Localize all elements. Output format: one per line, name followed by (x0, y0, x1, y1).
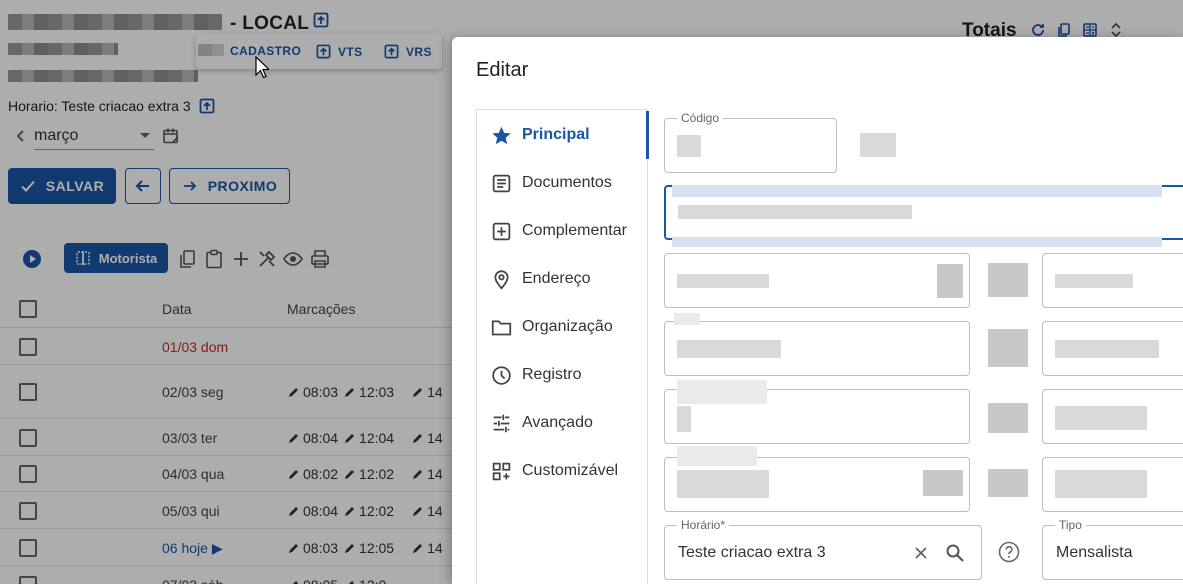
redacted-value (1055, 274, 1133, 288)
redacted-value (1055, 340, 1159, 358)
redacted-value (674, 313, 700, 325)
location-pin-icon (494, 269, 509, 290)
nav-label: Customizável (522, 462, 619, 479)
folder-icon (491, 320, 512, 335)
codigo-field[interactable]: Código (664, 111, 837, 173)
horario-field[interactable]: Horário* Teste criacao extra 3 (664, 518, 982, 580)
grid-plus-icon (492, 462, 511, 480)
nav-item-principal[interactable]: Principal (477, 111, 649, 159)
search-icon[interactable] (945, 543, 965, 563)
redacted-value (988, 329, 1028, 367)
redacted-field[interactable] (1042, 389, 1183, 444)
help-circle-icon[interactable] (998, 541, 1020, 563)
redacted-field[interactable] (664, 321, 970, 376)
highlight-band (672, 237, 1162, 247)
redacted-field[interactable] (664, 380, 970, 444)
redacted-value (677, 274, 769, 288)
document-icon (492, 174, 511, 192)
redacted-field[interactable] (1042, 457, 1183, 512)
redacted-field[interactable] (1042, 321, 1183, 376)
redacted-value (678, 205, 912, 219)
nav-label: Principal (522, 126, 590, 143)
nav-item-endereco[interactable]: Endereço (477, 255, 649, 303)
clock-icon (492, 365, 511, 385)
redacted-value (1055, 406, 1147, 430)
redacted-value (1055, 470, 1147, 498)
nav-label: Endereço (522, 270, 591, 287)
nav-item-registro[interactable]: Registro (477, 351, 649, 399)
horario-value: Teste criacao extra 3 (678, 544, 826, 561)
nav-label: Documentos (522, 174, 612, 191)
edit-dialog: Editar Principal Documentos Complementar… (452, 37, 1183, 584)
tune-icon (493, 414, 510, 432)
clear-icon[interactable] (913, 545, 929, 561)
nav-label: Organização (522, 318, 613, 335)
nav-item-organizacao[interactable]: Organização (477, 303, 649, 351)
name-field[interactable] (664, 185, 1183, 247)
redacted-value (677, 470, 769, 498)
redacted-value (923, 470, 963, 496)
redacted-value (677, 380, 767, 404)
nav-item-avancado[interactable]: Avançado (477, 399, 649, 447)
star-icon (492, 126, 511, 144)
tipo-field[interactable]: Tipo Mensalista (1042, 518, 1183, 580)
nav-label: Complementar (522, 222, 627, 239)
nav-label: Avançado (522, 414, 593, 431)
redacted-value (677, 340, 781, 358)
redacted-value (937, 264, 963, 298)
nav-item-documentos[interactable]: Documentos (477, 159, 649, 207)
redacted-field[interactable] (664, 253, 970, 308)
horario-label: Horário* (677, 518, 730, 532)
codigo-label: Código (677, 111, 724, 125)
redacted-value (988, 469, 1028, 497)
tipo-value: Mensalista (1056, 544, 1133, 561)
nav-item-customizavel[interactable]: Customizável (477, 447, 649, 495)
redacted-value (677, 135, 701, 157)
redacted-value (988, 403, 1028, 433)
redacted-value (860, 133, 896, 157)
highlight-band (672, 185, 1162, 197)
tipo-label: Tipo (1055, 518, 1086, 532)
redacted-value (988, 263, 1028, 297)
mouse-cursor-icon (255, 56, 269, 79)
redacted-value (677, 406, 691, 432)
dialog-nav: Principal Documentos Complementar Endere… (476, 109, 649, 584)
nav-label: Registro (522, 366, 582, 383)
nav-item-complementar[interactable]: Complementar (477, 207, 649, 255)
redacted-field[interactable] (1042, 253, 1183, 308)
plus-box-icon (492, 222, 511, 240)
redacted-value (677, 446, 757, 466)
redacted-field[interactable] (664, 446, 970, 512)
dialog-title: Editar (476, 59, 529, 81)
